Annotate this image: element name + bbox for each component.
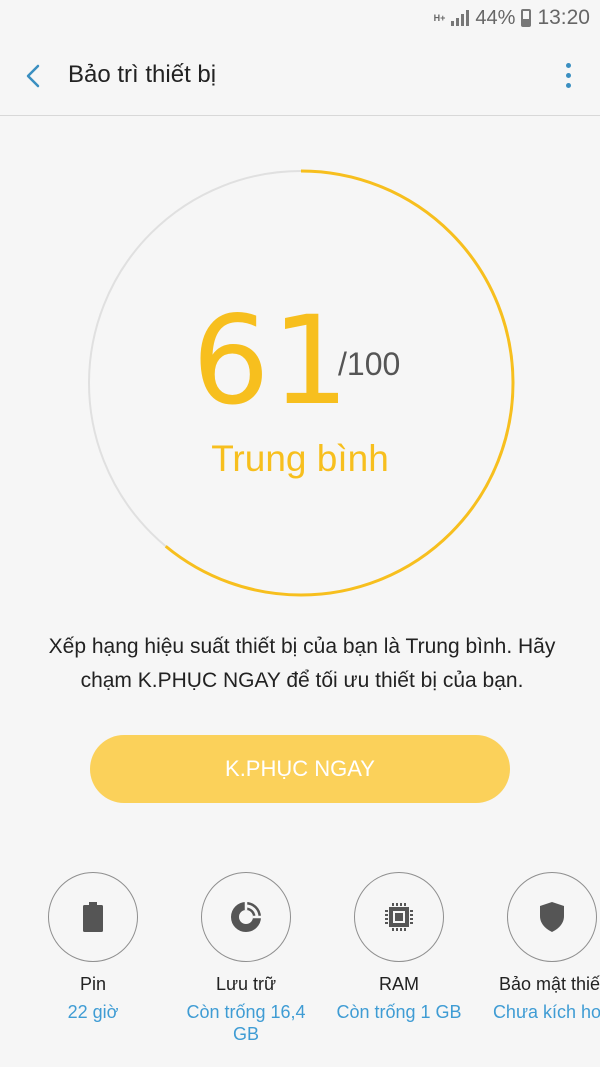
page-title: Bảo trì thiết bị bbox=[68, 61, 217, 88]
category-battery-button[interactable] bbox=[48, 872, 138, 962]
fix-now-button[interactable]: K.PHỤC NGAY bbox=[90, 735, 510, 803]
category-storage[interactable]: Lưu trữ Còn trống 16,4 GB bbox=[171, 872, 321, 1045]
more-vert-icon[interactable] bbox=[564, 63, 572, 91]
network-type-indicator: H+ bbox=[433, 12, 446, 23]
app-bar: Bảo trì thiết bị bbox=[0, 36, 600, 116]
battery-icon bbox=[83, 902, 103, 932]
score-value: 61 bbox=[192, 290, 352, 432]
category-value: Còn trống 1 GB bbox=[336, 1002, 462, 1022]
category-security[interactable]: Bảo mật thiết Chưa kích hoạ bbox=[477, 872, 600, 1023]
category-ram[interactable]: RAM Còn trống 1 GB bbox=[324, 872, 474, 1023]
category-label: RAM bbox=[379, 974, 419, 994]
storage-icon bbox=[231, 901, 262, 932]
description-text: Xếp hạng hiệu suất thiết bị của bạn là T… bbox=[48, 635, 556, 692]
shield-icon bbox=[540, 902, 564, 932]
category-value: Còn trống 16,4 GB bbox=[186, 1002, 306, 1044]
category-ram-button[interactable] bbox=[354, 872, 444, 962]
category-value: 22 giờ bbox=[67, 1002, 119, 1022]
status-bar: H+ 44% 13:20 bbox=[0, 0, 600, 36]
category-label: Pin bbox=[79, 974, 106, 994]
score-level: Trung bình bbox=[211, 438, 389, 479]
category-storage-button[interactable] bbox=[201, 872, 291, 962]
category-battery[interactable]: Pin 22 giờ bbox=[18, 872, 168, 1023]
chevron-left-icon[interactable] bbox=[18, 60, 50, 92]
category-value: Chưa kích hoạ bbox=[492, 1002, 600, 1022]
signal-icon bbox=[451, 10, 470, 26]
score-max: /100 bbox=[338, 346, 401, 382]
ram-chip-icon bbox=[385, 903, 413, 931]
battery-icon bbox=[521, 9, 532, 27]
clock: 13:20 bbox=[537, 6, 590, 29]
category-label: Lưu trữ bbox=[215, 974, 277, 994]
battery-percent: 44% bbox=[475, 6, 516, 29]
category-label: Bảo mật thiết bbox=[498, 974, 600, 994]
category-security-button[interactable] bbox=[507, 872, 597, 962]
